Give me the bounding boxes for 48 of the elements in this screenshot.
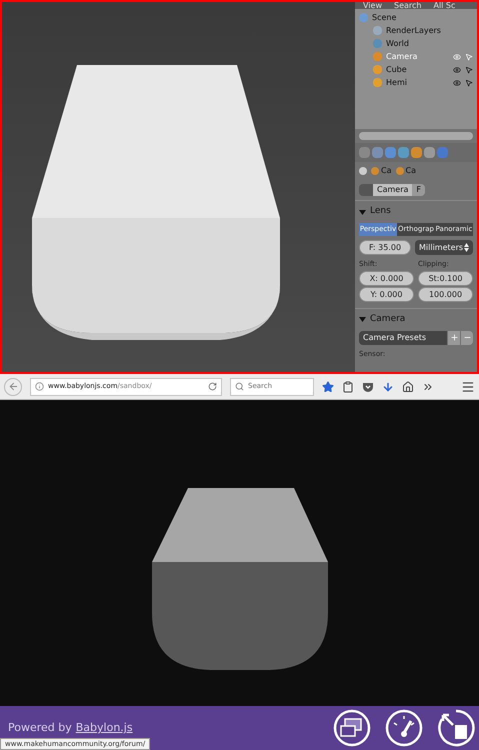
panel-title: Lens [370,205,391,218]
search-icon [235,382,244,391]
up-down-arrows-icon [464,243,469,252]
remove-preset-button[interactable] [461,330,473,344]
add-preset-button[interactable] [448,330,460,344]
back-button[interactable] [4,378,22,396]
presets-dropdown[interactable]: Camera Presets [359,330,447,344]
home-icon[interactable] [402,380,414,392]
visibility-icon[interactable] [453,66,461,74]
clipping-field[interactable]: St:0.100 [418,270,473,286]
outliner-item[interactable]: Cube [355,63,477,76]
render-canvas[interactable] [0,400,479,706]
outliner-item[interactable]: World [355,37,477,50]
shift-field[interactable]: X: 0.000 [359,270,414,286]
scrollbar[interactable] [359,132,473,140]
visibility-icon[interactable] [453,78,461,86]
outliner-item[interactable]: Scene [355,11,477,24]
reload-icon[interactable] [208,382,217,391]
header-menu-item[interactable]: View [359,2,386,9]
gauge-icon[interactable] [385,709,423,747]
upload-file-icon[interactable] [437,709,475,747]
fullscreen-icon[interactable] [333,709,371,747]
babylon-link[interactable]: Babylon.js [76,720,133,736]
clipboard-icon[interactable] [342,380,354,392]
back-arrow-icon [8,381,18,392]
fake-user-button[interactable]: F [412,184,426,196]
info-icon[interactable] [35,382,44,391]
breadcrumb-item[interactable]: Ca [396,165,416,177]
shield-icon[interactable] [362,380,374,392]
unit-dropdown[interactable]: Millimeters [415,240,473,255]
3d-viewport[interactable] [2,2,355,372]
download-icon[interactable] [382,380,394,392]
header-menu-item[interactable]: Search [390,2,426,9]
outliner-item[interactable]: Hemi [355,76,477,89]
expanded-triangle-icon[interactable] [359,316,366,323]
menu-icon[interactable] [461,380,475,394]
shift-field[interactable]: Y: 0.000 [359,286,414,302]
outliner-item[interactable]: RenderLayers [355,24,477,37]
plus-icon [450,333,458,342]
powered-by-text: Powered by [8,720,72,736]
breadcrumb-item[interactable]: Ca [371,165,392,177]
panel-title: Camera [370,312,406,326]
expanded-triangle-icon[interactable] [359,208,366,216]
datablock-name-field[interactable]: Camera [373,184,412,196]
clipping-field[interactable]: 100.000 [418,286,473,302]
bookmark-star-icon[interactable] [322,380,334,392]
header-menu-item[interactable]: All Sc [429,2,460,9]
focal-length-field[interactable]: F: 35.00 [359,240,411,255]
